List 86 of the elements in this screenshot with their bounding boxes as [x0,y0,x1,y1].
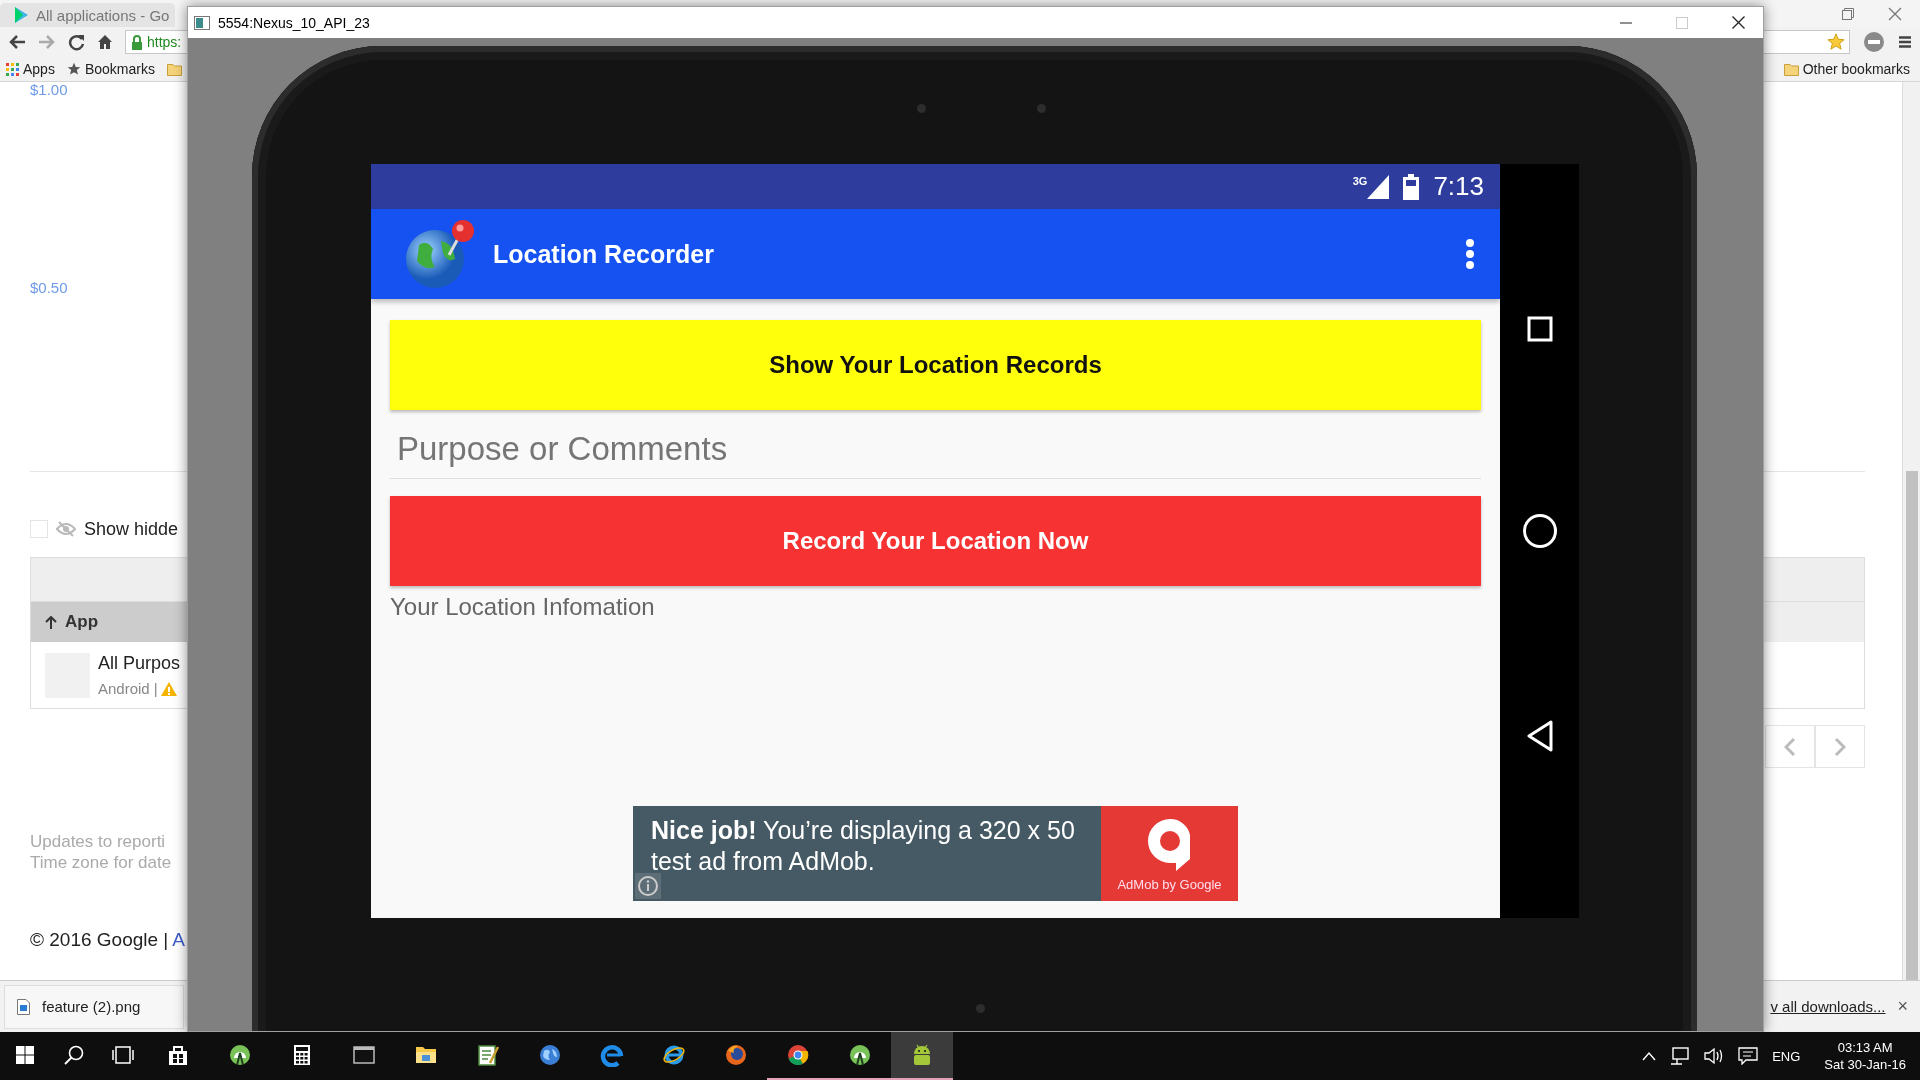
comment-field[interactable]: Purpose or Comments [390,420,1481,479]
network-type: 3G [1352,174,1368,187]
image-file-icon [17,998,30,1015]
network-icon[interactable] [1670,1047,1691,1065]
app-button[interactable]: Record Your Location Now [390,496,1481,586]
chevron-left-icon [1784,736,1796,757]
back-icon[interactable] [1525,720,1554,752]
globe-icon [538,1043,562,1067]
download-item[interactable]: feature (2).png [4,984,184,1029]
folder-icon [166,62,182,76]
adblock-icon[interactable] [1864,32,1884,52]
notepad-icon [476,1043,500,1067]
home-icon[interactable] [97,34,113,50]
ad-brand: AdMob by Google [1117,877,1222,892]
more-options-icon[interactable] [1466,239,1474,269]
camera-dot [1037,104,1046,113]
home-icon[interactable] [1521,513,1558,549]
volume-icon[interactable] [1704,1047,1725,1065]
warning-icon [160,681,177,696]
clock-date[interactable]: Sat 30-Jan-16 [1824,1056,1906,1073]
battery-icon [1403,173,1420,200]
bookmark-star-icon[interactable] [1827,33,1845,51]
android-studio-icon [848,1043,872,1067]
axis-label: $0.50 [30,280,69,296]
browser-icon [662,1043,686,1067]
address-field[interactable]: https: [125,30,187,54]
taskbar-button[interactable] [891,1032,953,1080]
column-header[interactable]: App [31,602,187,642]
app-title: Location Recorder [493,239,715,269]
android-studio-icon [228,1043,252,1067]
tab-title: All applications - Go [36,6,170,24]
folder-icon [1783,62,1799,76]
copyright: © 2016 Google | [30,929,169,951]
browser-icon [600,1043,624,1067]
terminal-icon [352,1043,376,1067]
platform-label: Android | [98,680,158,697]
bookmark-item[interactable]: Apps [6,61,55,77]
shopping-bag-icon [166,1043,190,1067]
bookmark-item[interactable]: Bookmarks [66,61,155,77]
url-scheme: https: [147,34,182,50]
chevron-up-icon[interactable] [1642,1051,1657,1061]
star-icon [66,62,81,76]
close-button[interactable]: × [1897,996,1908,1017]
browser-icon [724,1043,748,1067]
window-title: 5554:Nexus_10_API_23 [218,14,370,31]
lock-icon [131,34,143,50]
bookmark-folder[interactable]: Other bookmarks [1783,61,1910,77]
reload-icon[interactable] [68,33,85,51]
info-icon[interactable] [635,873,661,899]
ad-banner[interactable]: Nice job! You’re displaying a 320 x 50 test ad from AdMob. AdMob by Google [633,806,1238,901]
restore-icon[interactable] [1842,7,1854,20]
camera-dot [976,1004,985,1013]
notification-icon[interactable] [1738,1047,1759,1065]
play-icon [14,7,28,23]
show-all-downloads-link[interactable]: v all downloads... [1770,998,1886,1015]
footnote: Time zone for date [30,852,173,873]
task-view-icon [110,1043,135,1067]
browser-tab[interactable]: All applications - Go [0,3,175,27]
app-button[interactable]: Show Your Location Records [390,320,1481,410]
app-title[interactable]: All Purpos [98,653,181,674]
clock: 7:13 [1433,171,1484,202]
clock-time[interactable]: 03:13 AM [1837,1039,1893,1056]
apps-icon [6,62,19,76]
sort-arrow-icon [45,615,57,629]
chevron-right-icon [1834,736,1846,757]
hidden-eye-icon [56,521,76,537]
recents-icon[interactable] [1526,316,1553,342]
menu-icon[interactable] [1898,35,1912,49]
ad-text: Nice job! You’re displaying a 320 x 50 test ad from AdMob. [633,806,1101,901]
browser-icon [786,1043,810,1067]
emulator-icon [194,15,210,30]
signal-icon [1367,174,1390,199]
language-indicator[interactable]: ENG [1772,1048,1801,1064]
location-info: Your Location Infomation [390,593,656,621]
close-icon[interactable] [1732,16,1745,29]
back-icon[interactable] [8,34,26,50]
file-name: feature (2).png [42,998,141,1015]
checkbox-label: Show hidde [84,518,179,540]
maximize-icon [1676,16,1688,29]
checkbox[interactable] [30,520,48,538]
globe-pin-icon [405,219,477,289]
footer-link[interactable]: A [172,929,185,951]
camera-dot [917,104,926,113]
axis-label: $1.00 [30,82,69,98]
scrollbar[interactable] [1902,82,1920,980]
footnote: Updates to reporti [30,831,167,852]
